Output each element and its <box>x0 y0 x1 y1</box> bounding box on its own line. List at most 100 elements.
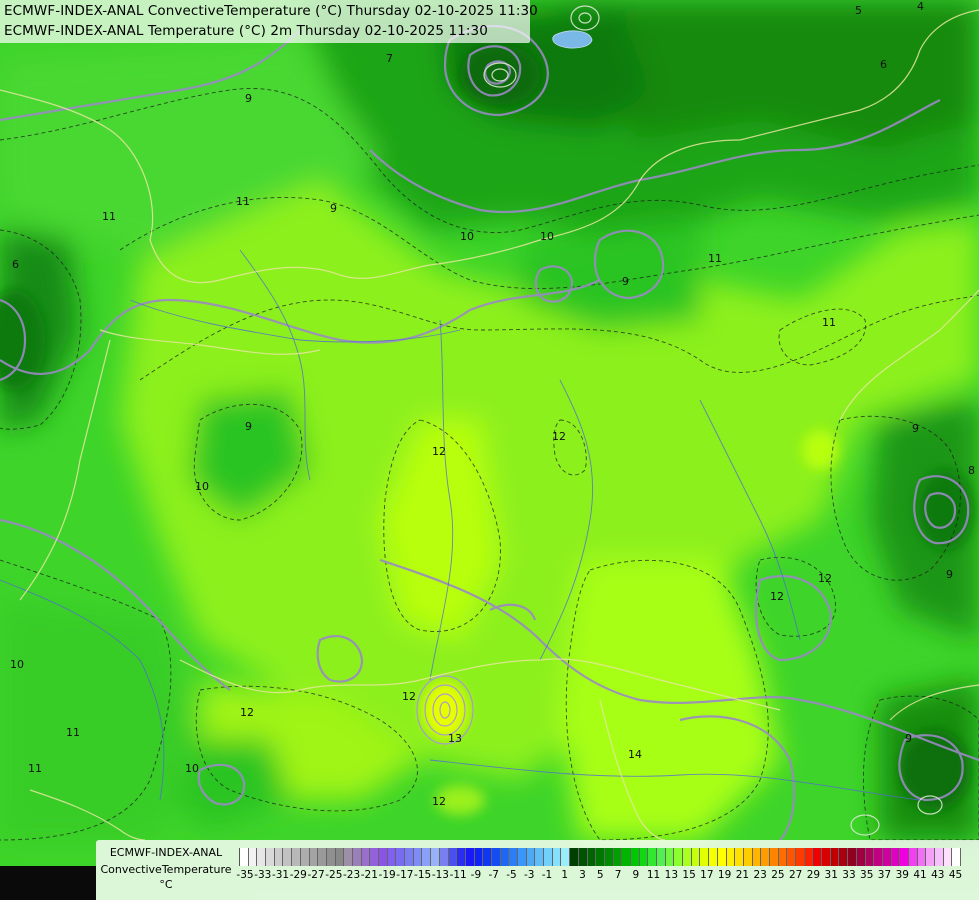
legend-swatch <box>283 848 293 866</box>
contour-label: 11 <box>66 726 80 739</box>
legend-swatch <box>709 848 718 866</box>
legend-swatch <box>830 848 840 866</box>
legend-swatch <box>917 848 927 866</box>
legend-swatch <box>361 848 371 866</box>
legend-tick-label: -7 <box>488 869 499 881</box>
legend-swatch <box>935 848 944 866</box>
legend-tick-label: 17 <box>700 869 714 881</box>
legend-tick-label: 9 <box>632 869 640 881</box>
legend-swatch <box>300 848 310 866</box>
legend-swatch <box>448 848 458 866</box>
legend-tick-label: 29 <box>806 869 821 881</box>
legend-tick-label: 13 <box>664 869 679 881</box>
legend-tick-label: -33 <box>254 869 272 881</box>
legend-swatch <box>344 848 353 866</box>
legend-swatch <box>778 848 788 866</box>
legend-swatch <box>518 848 527 866</box>
legend-tick-label: -29 <box>289 869 307 881</box>
contour-label: 9 <box>245 92 252 105</box>
legend-tick-label: 11 <box>646 869 661 881</box>
legend-swatch <box>856 848 866 866</box>
legend-swatch <box>674 848 684 866</box>
contour-label: 9 <box>946 568 953 581</box>
legend-swatch <box>691 848 701 866</box>
contour-label: 14 <box>628 748 642 761</box>
legend-swatch <box>874 848 883 866</box>
contour-label: 12 <box>770 590 784 603</box>
legend-tick-label: 21 <box>735 869 750 881</box>
legend-swatch <box>439 848 449 866</box>
legend-swatch <box>804 848 814 866</box>
legend-swatch <box>943 848 953 866</box>
legend-swatch <box>613 848 623 866</box>
legend-tick-label: -11 <box>449 869 467 881</box>
legend-swatch <box>743 848 753 866</box>
legend-swatch <box>405 848 414 866</box>
hot-spot <box>423 682 467 738</box>
contour-label: 8 <box>968 464 975 477</box>
legend-tick-label: 43 <box>931 869 945 881</box>
legend-swatch <box>657 848 666 866</box>
legend-tick-label: -19 <box>378 869 396 881</box>
legend-tick-labels: -35 -33 -31 -29 -27 -25 -23 -21 -19 -17 -15 -13 -11-… <box>236 869 979 883</box>
legend-swatch <box>240 848 249 866</box>
contour-label: 11 <box>236 195 250 208</box>
legend-tick-label: -23 <box>343 869 361 881</box>
legend-swatch <box>926 848 935 866</box>
legend-title-line-1: ECMWF-INDEX-ANAL <box>109 846 223 859</box>
legend-swatch <box>500 848 510 866</box>
legend-swatch <box>578 848 588 866</box>
legend-tick-label: -31 <box>271 869 290 881</box>
legend-swatch <box>552 848 562 866</box>
legend-swatch <box>822 848 831 866</box>
legend-swatch <box>274 848 284 866</box>
legend-tick-label: -1 <box>541 869 553 881</box>
legend-tick-label: -13 <box>431 869 449 881</box>
legend-tick-label: -3 <box>523 869 535 881</box>
legend-tick-label: -15 <box>414 869 432 881</box>
legend-tick-label: 41 <box>913 869 927 881</box>
legend-swatch <box>561 848 571 866</box>
legend-swatch <box>474 848 484 866</box>
legend-swatch <box>839 848 849 866</box>
legend-swatch <box>900 848 909 866</box>
legend-swatch <box>882 848 892 866</box>
legend-swatch <box>370 848 379 866</box>
legend-swatch <box>266 848 275 866</box>
legend-title-line-2: ConvectiveTemperature <box>100 863 232 876</box>
legend-swatch <box>570 848 579 866</box>
sea <box>0 866 96 900</box>
legend-swatch <box>726 848 736 866</box>
contour-label: 13 <box>448 732 462 745</box>
contour-label: 11 <box>708 252 722 265</box>
legend-swatch <box>796 848 805 866</box>
legend-swatch <box>908 848 918 866</box>
legend-swatch <box>457 848 466 866</box>
legend-swatch <box>952 848 962 866</box>
legend-swatch <box>683 848 692 866</box>
contour-label: 6 <box>880 58 887 71</box>
legend-swatch <box>717 848 727 866</box>
legend-swatch <box>648 848 657 866</box>
legend-swatch <box>413 848 423 866</box>
map-title-line-1: ECMWF-INDEX-ANAL ConvectiveTemperature (… <box>4 3 538 19</box>
legend-swatch <box>387 848 397 866</box>
legend-swatch <box>379 848 388 866</box>
legend-tick-label: 1 <box>561 869 569 881</box>
legend-swatch <box>622 848 631 866</box>
contour-label: 5 <box>855 4 862 17</box>
legend-swatch <box>292 848 301 866</box>
legend-tick-label: -35 <box>236 869 254 881</box>
contour-label: 10 <box>10 658 24 671</box>
map-title-box: ECMWF-INDEX-ANAL ConvectiveTemperature (… <box>0 0 538 43</box>
contour-label: 12 <box>552 430 566 443</box>
color-legend: ECMWF-INDEX-ANAL ConvectiveTemperature °… <box>96 840 979 900</box>
legend-swatch <box>848 848 857 866</box>
legend-swatch <box>431 848 440 866</box>
legend-tick-label: -27 <box>307 869 325 881</box>
contour-label: 7 <box>386 52 393 65</box>
legend-tick-label: 15 <box>682 869 696 881</box>
legend-swatch <box>891 848 901 866</box>
legend-tick-label: 45 <box>948 869 963 881</box>
legend-tick-label: 27 <box>788 869 803 881</box>
